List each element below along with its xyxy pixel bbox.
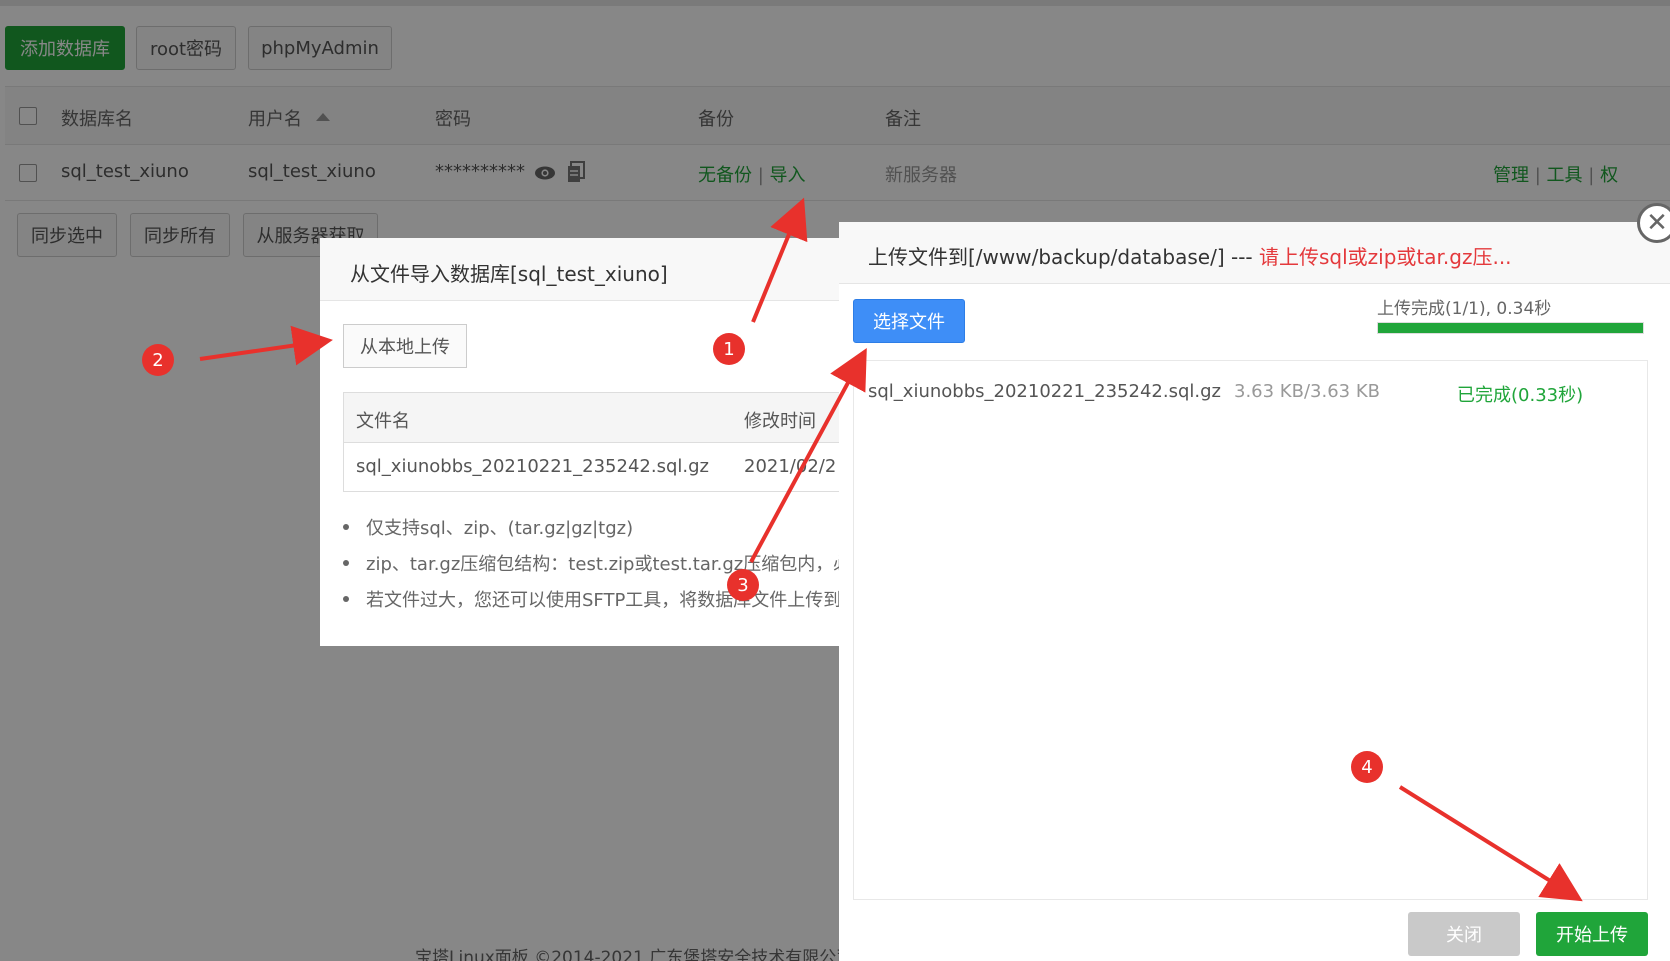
import-dialog-title: 从文件导入数据库[sql_test_xiuno] bbox=[320, 238, 865, 301]
note-item: 仅支持sql、zip、(tar.gz|gz|tgz) bbox=[343, 514, 865, 550]
upload-from-local-button[interactable]: 从本地上传 bbox=[343, 324, 467, 368]
upload-file-name: sql_xiunobbs_20210221_235242.sql.gz bbox=[868, 381, 1221, 402]
list-item: sql_xiunobbs_20210221_235242.sql.gz 3.63… bbox=[854, 361, 1647, 423]
close-button[interactable]: 关闭 bbox=[1408, 912, 1520, 956]
import-file-name: sql_xiunobbs_20210221_235242.sql.gz bbox=[356, 456, 709, 477]
note-item: zip、tar.gz压缩包结构：test.zip或test.tar.gz压缩包内… bbox=[343, 550, 865, 586]
upload-file-size: 3.63 KB/3.63 KB bbox=[1234, 381, 1380, 402]
note-item: 若文件过大，您还可以使用SFTP工具，将数据库文件上传到 bbox=[343, 586, 865, 622]
upload-file-list: sql_xiunobbs_20210221_235242.sql.gz 3.63… bbox=[853, 360, 1648, 900]
import-notes: 仅支持sql、zip、(tar.gz|gz|tgz) zip、tar.gz压缩包… bbox=[343, 514, 865, 622]
import-file-modified: 2021/02/2 bbox=[744, 456, 837, 477]
upload-progress-fill bbox=[1378, 323, 1643, 333]
upload-file-status: 已完成(0.33秒) bbox=[1457, 385, 1584, 406]
choose-file-button[interactable]: 选择文件 bbox=[853, 299, 965, 343]
import-dialog: 从文件导入数据库[sql_test_xiuno] 从本地上传 文件名 修改时间 … bbox=[320, 238, 865, 646]
step-marker-1: 1 bbox=[713, 333, 745, 365]
step-marker-3: 3 bbox=[727, 569, 759, 601]
import-file-table-header: 文件名 修改时间 bbox=[344, 393, 865, 443]
upload-title-hint: 请上传sql或zip或tar.gz压... bbox=[1259, 245, 1512, 269]
file-name-header: 文件名 bbox=[356, 411, 410, 432]
upload-progress-text: 上传完成(1/1), 0.34秒 bbox=[1377, 299, 1552, 319]
upload-dialog: 上传文件到[/www/backup/database/] --- 请上传sql或… bbox=[839, 222, 1670, 961]
close-icon[interactable]: ✕ bbox=[1637, 203, 1670, 243]
import-file-table: 文件名 修改时间 sql_xiunobbs_20210221_235242.sq… bbox=[343, 392, 865, 492]
upload-title-path: 上传文件到[/www/backup/database/] --- bbox=[868, 245, 1260, 269]
upload-progress-bar bbox=[1377, 322, 1644, 334]
step-marker-2: 2 bbox=[142, 344, 174, 376]
upload-dialog-title: 上传文件到[/www/backup/database/] --- 请上传sql或… bbox=[839, 222, 1670, 284]
step-marker-4: 4 bbox=[1351, 751, 1383, 783]
start-upload-button[interactable]: 开始上传 bbox=[1536, 912, 1648, 956]
modified-time-header: 修改时间 bbox=[744, 411, 816, 432]
